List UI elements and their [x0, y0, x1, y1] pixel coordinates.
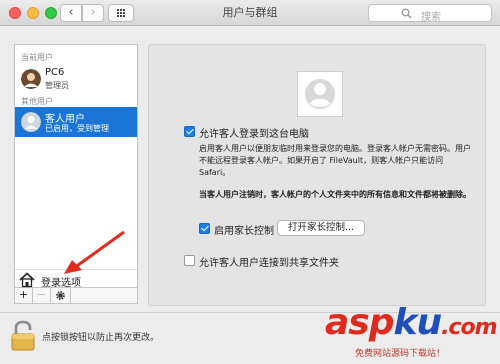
user-item-pc6[interactable]: PC6 管理员 [15, 64, 137, 94]
search-placeholder: 搜索 [421, 12, 441, 23]
chevron-left-icon: ‹ [68, 5, 74, 20]
open-parental-controls-button[interactable]: 打开家长控制... [277, 220, 365, 236]
search-field[interactable]: 搜索 [368, 4, 492, 23]
user-status: 已启用，受到管理 [45, 124, 109, 133]
guest-picture [297, 71, 343, 117]
user-role: 管理员 [45, 81, 69, 90]
user-avatar [21, 69, 41, 89]
chevron-right-icon: › [90, 5, 96, 20]
gear-icon [56, 291, 65, 300]
user-silhouette-icon [305, 79, 335, 109]
lock-icon[interactable] [10, 320, 36, 352]
watermark: aspku.com 免费网站源码下载站！ [325, 300, 500, 364]
watermark-brand: aspku.com [325, 302, 498, 343]
guest-avatar-icon [21, 112, 41, 132]
annotation-arrow-icon [64, 230, 125, 274]
current-users-heading: 当前用户 [21, 53, 53, 62]
action-menu-button[interactable] [51, 288, 71, 303]
list-toolbar: + − [14, 288, 138, 304]
parental-controls-label: 启用家长控制 [214, 226, 274, 237]
watermark-subtitle: 免费网站源码下载站！ [355, 349, 446, 359]
forward-button[interactable]: › [82, 4, 104, 22]
show-all-button[interactable] [108, 4, 134, 22]
house-icon [19, 272, 35, 288]
search-icon [401, 8, 412, 19]
user-name: PC6 [45, 67, 65, 78]
logout-warning: 当客人用户注销时，客人帐户的个人文件夹中的所有信息和文件都将被删除。 [199, 190, 471, 199]
allow-guest-login-checkbox[interactable] [184, 126, 195, 137]
other-users-heading: 其他用户 [21, 97, 53, 106]
back-button[interactable]: ‹ [60, 4, 82, 22]
add-user-button[interactable]: + [15, 288, 33, 303]
parental-controls-checkbox[interactable] [199, 223, 210, 234]
lock-message: 点按锁按钮以防止再次更改。 [42, 333, 160, 343]
allow-guest-login-label: 允许客人登录到这台电脑 [199, 129, 309, 140]
guest-description: 启用客人用户以便朋友临时用来登录您的电脑。登录客人帐户无需密码。用户不能远程登录… [199, 144, 471, 177]
shared-folders-label: 允许客人用户连接到共享文件夹 [199, 258, 339, 269]
guest-settings-pane: 允许客人登录到这台电脑 启用客人用户以便朋友临时用来登录您的电脑。登录客人帐户无… [148, 44, 486, 306]
user-item-guest[interactable]: 客人用户 已启用，受到管理 [15, 107, 137, 137]
remove-user-button[interactable]: − [33, 288, 51, 303]
shared-folders-checkbox[interactable] [184, 255, 195, 266]
title-bar: 用户与群组 ‹ › 搜索 [0, 0, 500, 26]
